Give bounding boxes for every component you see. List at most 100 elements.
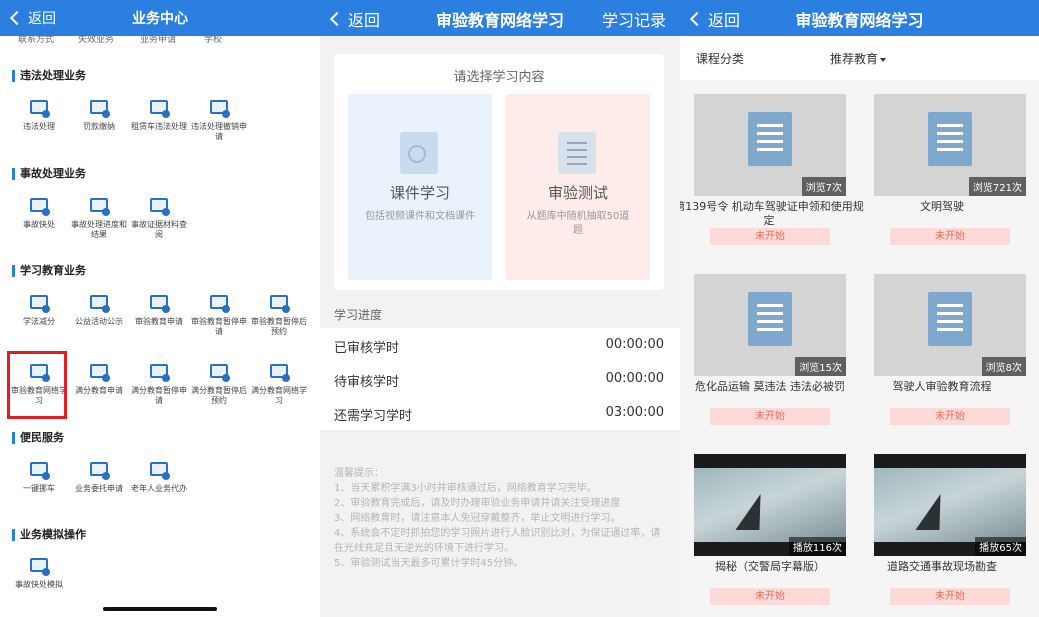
filter-label: 课程分类: [696, 52, 745, 66]
course-list-screen: 返回 审验教育网络学习 课程分类 推荐教育 浏览7次 第139号令 机动车驾驶证…: [680, 0, 1039, 617]
play-document-icon: [400, 132, 438, 174]
partial-row: 联系方式 失效业务 业务申请 学校: [0, 36, 320, 46]
video-frame: [874, 468, 1026, 542]
course-thumbnail: 浏览15次: [694, 274, 846, 376]
evidence-icon: [148, 196, 170, 216]
view-count: 浏览721次: [968, 177, 1026, 196]
partial-label[interactable]: 失效业务: [78, 36, 114, 45]
course-card[interactable]: 浏览721次 文明驾驶 未开始: [860, 94, 1026, 254]
course-card[interactable]: 播放116次 揭秘（交警局字幕版） 未开始: [680, 454, 846, 614]
choose-content-card: 请选择学习内容 课件学习 包括视频课件和文档课件 审验测试 从题库中随机抽取50…: [334, 54, 664, 290]
study-record-link[interactable]: 学习记录: [602, 7, 666, 31]
video-thumbnail: 播放116次: [694, 454, 846, 556]
option-desc: 包括视频课件和文档课件: [365, 211, 475, 222]
course-thumbnail: 浏览8次: [874, 274, 1026, 376]
gift-icon: [88, 293, 110, 313]
reserve-icon: [268, 293, 290, 313]
page-title: 业务中心: [132, 11, 188, 27]
course-thumbnail: 浏览7次: [694, 94, 846, 196]
progress-row: 已审核学时 00:00:00: [334, 337, 664, 356]
section-title-simulation: 业务模拟操作: [12, 529, 86, 541]
video-frame: [694, 468, 846, 542]
course-card[interactable]: 浏览8次 驾驶人审验教育流程 未开始: [860, 274, 1026, 434]
grid-item-elderly-service[interactable]: 老年人业务代办: [130, 460, 188, 494]
option-desc: 从题库中随机抽取50道题: [526, 211, 630, 236]
grid-item-accident-quick[interactable]: 事故快处: [10, 196, 68, 230]
course-title: 驾驶人审验教育流程: [892, 380, 992, 393]
option-name: 课件学习: [389, 184, 450, 202]
form-icon: [148, 293, 170, 313]
car-icon: [28, 98, 50, 118]
document-icon: [558, 132, 596, 174]
grid-item-review-education-reserve[interactable]: 审验教育暂停后预约: [250, 293, 308, 337]
course-title: 危化品运输 莫违法 违法必被罚: [695, 380, 845, 393]
grid-item-violation-revoke[interactable]: 违法处理撤销申请: [190, 98, 248, 142]
grid-item-study-points[interactable]: 学法减分: [10, 293, 68, 327]
online-learning-screen: 返回 审验教育网络学习 学习记录 请选择学习内容 课件学习 包括视频课件和文档课…: [320, 0, 680, 617]
grid-item-violation-handle[interactable]: 违法处理: [10, 98, 68, 132]
view-count: 浏览8次: [981, 357, 1026, 376]
top-bar: 返回 审验教育网络学习 学习记录: [320, 0, 680, 36]
list-icon: [28, 293, 50, 313]
partial-label[interactable]: 联系方式: [18, 36, 54, 45]
progress-icon: [88, 196, 110, 216]
tips-text: 温馨提示： 1、当天累积学满3小时并审核通过后，网络教育学习完毕。 2、审验教育…: [334, 468, 661, 569]
grid-item-full-score-online[interactable]: 满分教育网络学习: [250, 362, 308, 406]
grid-item-move-car[interactable]: 一键挪车: [10, 460, 68, 494]
progress-row: 还需学习学时 03:00:00: [334, 405, 664, 424]
course-title: 文明驾驶: [920, 200, 964, 213]
reserve-icon: [208, 362, 230, 382]
progress-row: 待审核学时 00:00:00: [334, 371, 664, 390]
course-title: 揭秘（交警局字幕版）: [715, 560, 825, 573]
grid-item-review-education-apply[interactable]: 审验教育申请: [130, 293, 188, 327]
courseware-option[interactable]: 课件学习 包括视频课件和文档课件: [348, 94, 492, 280]
revoke-icon: [208, 98, 230, 118]
home-indicator: [103, 607, 217, 611]
page-title: 审验教育网络学习: [795, 11, 924, 30]
document-icon: [748, 112, 792, 166]
partial-label[interactable]: 学校: [204, 36, 222, 45]
section-title-accident: 事故处理业务: [12, 168, 86, 180]
video-thumbnail: 播放65次: [874, 454, 1026, 556]
top-bar: 返回 审验教育网络学习: [680, 0, 1039, 36]
course-card[interactable]: 浏览15次 危化品运输 莫违法 违法必被罚 未开始: [680, 274, 846, 434]
filter-bar: 课程分类 推荐教育: [680, 36, 1039, 80]
grid-item-public-activity[interactable]: 公益活动公示: [70, 293, 128, 327]
grid-item-accident-evidence[interactable]: 事故证据材料查阅: [130, 196, 188, 240]
caret-down-icon: [880, 57, 887, 62]
video-icon: [88, 362, 110, 382]
monitor-icon: [268, 362, 290, 382]
pause-icon: [148, 362, 170, 382]
rental-car-icon: [148, 98, 170, 118]
grid-item-entrust[interactable]: 业务委托申请: [70, 460, 128, 494]
test-option[interactable]: 审验测试 从题库中随机抽取50道题: [506, 94, 650, 280]
grid-item-rental-violation[interactable]: 租赁车违法处理: [130, 98, 188, 132]
section-title-convenience: 便民服务: [12, 432, 64, 444]
section-title-education: 学习教育业务: [12, 265, 86, 277]
course-card[interactable]: 播放65次 道路交通事故现场勘查 未开始: [860, 454, 1026, 614]
highlight-box: [7, 351, 67, 419]
play-count: 播放65次: [975, 537, 1026, 556]
document-icon: [928, 112, 972, 166]
business-center-screen: 返回 业务中心 联系方式 失效业务 业务申请 学校 违法处理业务 违法处理 罚款…: [0, 0, 320, 617]
status-badge: 未开始: [710, 228, 830, 245]
document-icon: [928, 292, 972, 346]
receipt-icon: [88, 98, 110, 118]
status-badge: 未开始: [890, 588, 1010, 605]
course-card[interactable]: 浏览7次 第139号令 机动车驾驶证申领和使用规定 未开始: [680, 94, 864, 254]
grid-item-review-education-pause[interactable]: 审验教育暂停申请: [190, 293, 248, 337]
grid-item-accident-simulation[interactable]: 事故快处模拟: [10, 556, 68, 590]
grid-item-full-score-reserve[interactable]: 满分教育暂停后预约: [190, 362, 248, 406]
grid-item-full-score-apply[interactable]: 满分教育申请: [70, 362, 128, 396]
view-count: 浏览15次: [795, 357, 846, 376]
grid-item-full-score-pause[interactable]: 满分教育暂停申请: [130, 362, 188, 406]
chat-icon: [28, 460, 50, 480]
progress-list: 已审核学时 00:00:00 待审核学时 00:00:00 还需学习学时 03:00:…: [320, 328, 680, 430]
category-select[interactable]: 推荐教育: [830, 50, 887, 67]
grid-item-accident-progress[interactable]: 事故处理进度和结果: [70, 196, 128, 240]
partial-label[interactable]: 业务申请: [140, 36, 176, 45]
section-title-violation: 违法处理业务: [12, 70, 86, 82]
course-title: 第139号令 机动车驾驶证申领和使用规定: [680, 200, 864, 227]
document-icon: [748, 292, 792, 346]
grid-item-fine-payment[interactable]: 罚款缴纳: [70, 98, 128, 132]
